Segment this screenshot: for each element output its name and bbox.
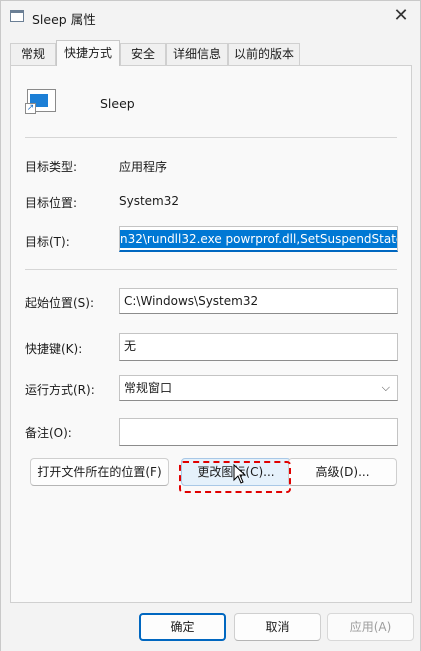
- target-location-value: System32: [119, 194, 180, 208]
- shortcut-app-icon: ↗: [25, 87, 57, 115]
- title-bar: Sleep 属性 ✕: [1, 1, 420, 33]
- target-type-label: 目标类型:: [25, 160, 78, 174]
- cancel-button[interactable]: 取消: [234, 613, 321, 641]
- target-field-text: n32\rundll32.exe powrprof.dll,SetSuspend…: [120, 230, 397, 248]
- tab-details[interactable]: 详细信息: [166, 43, 228, 65]
- mouse-cursor-icon: [233, 464, 247, 484]
- properties-window: Sleep 属性 ✕ 常规 快捷方式 安全 详细信息 以前的版本 ↗ Sleep…: [0, 0, 421, 651]
- comment-field[interactable]: [119, 418, 398, 446]
- tab-previous-versions[interactable]: 以前的版本: [228, 43, 300, 65]
- comment-label: 备注(O):: [25, 426, 72, 440]
- start-in-label: 起始位置(S):: [25, 296, 95, 310]
- shortcut-name: Sleep: [100, 96, 135, 111]
- target-field[interactable]: n32\rundll32.exe powrprof.dll,SetSuspend…: [119, 226, 398, 252]
- target-location-label: 目标位置:: [25, 196, 78, 210]
- divider: [25, 269, 397, 270]
- shortcut-panel: ↗ Sleep 目标类型: 应用程序 目标位置: System32 目标(T):…: [10, 65, 412, 603]
- close-button[interactable]: ✕: [390, 6, 412, 28]
- tab-general[interactable]: 常规: [10, 43, 56, 65]
- advanced-button[interactable]: 高级(D)...: [288, 458, 397, 486]
- open-file-location-button[interactable]: 打开文件所在的位置(F): [30, 458, 169, 486]
- dialog-footer: 确定 取消 应用(A): [1, 603, 420, 651]
- divider: [25, 137, 397, 138]
- run-select[interactable]: 常规窗口 ⌵: [119, 375, 398, 401]
- run-select-value: 常规窗口: [124, 381, 173, 395]
- run-label: 运行方式(R):: [25, 383, 95, 397]
- window-icon: [10, 10, 24, 22]
- ok-button[interactable]: 确定: [139, 613, 226, 641]
- target-label: 目标(T):: [25, 235, 70, 249]
- window-title: Sleep 属性: [32, 12, 96, 27]
- hotkey-label: 快捷键(K):: [25, 342, 83, 356]
- tab-security[interactable]: 安全: [120, 43, 166, 65]
- hotkey-field[interactable]: 无: [119, 333, 398, 361]
- chevron-down-icon: ⌵: [381, 381, 390, 394]
- start-in-field[interactable]: C:\Windows\System32: [119, 288, 398, 314]
- target-type-value: 应用程序: [119, 160, 168, 174]
- tab-shortcut[interactable]: 快捷方式: [56, 40, 120, 66]
- apply-button[interactable]: 应用(A): [327, 613, 414, 641]
